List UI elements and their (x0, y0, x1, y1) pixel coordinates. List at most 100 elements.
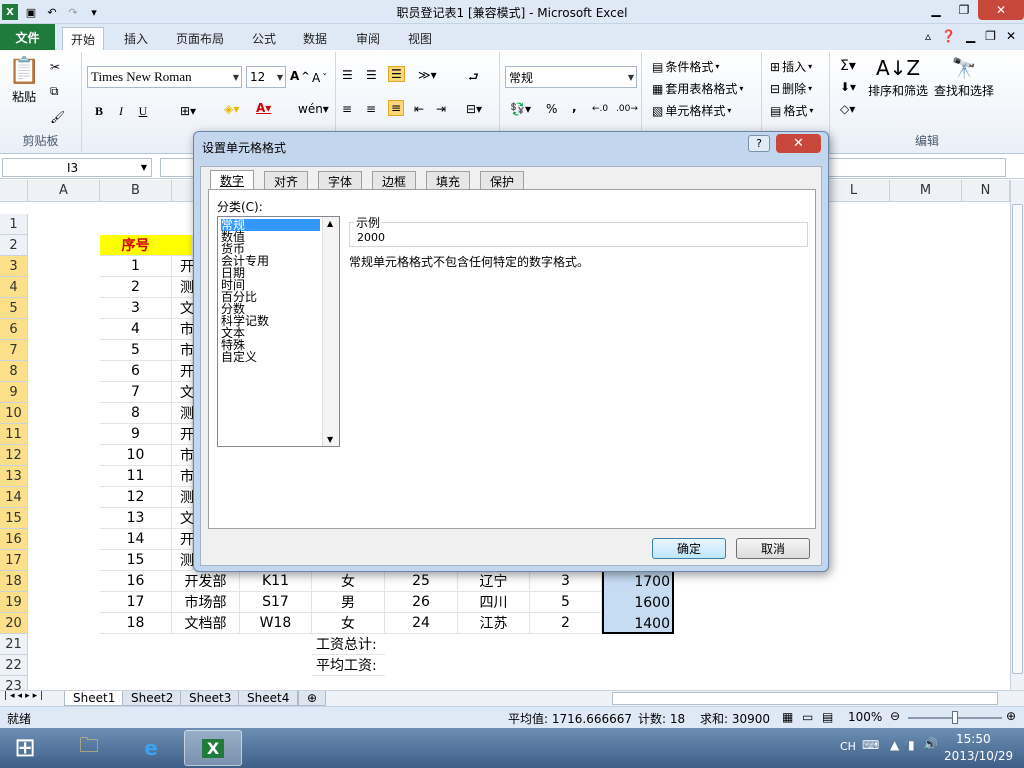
row-header[interactable]: 7 (0, 340, 28, 361)
decrease-decimal-icon[interactable]: .00→ (616, 104, 638, 114)
seq-cell[interactable]: 6 (100, 361, 172, 382)
copy-icon[interactable]: ⧉ (50, 84, 59, 99)
sheet-tab[interactable]: Sheet3 (180, 691, 241, 706)
row-header[interactable]: 3 (0, 256, 28, 277)
code-cell[interactable]: K11 (240, 571, 312, 592)
volume-icon[interactable]: 🔊 (923, 737, 938, 751)
sheet-nav-arrows-icon[interactable]: |◂◂▸▸| (4, 691, 46, 701)
dept-cell[interactable]: 开发部 (172, 571, 240, 592)
dept-cell[interactable]: 开 (172, 424, 194, 445)
dept-cell[interactable]: 市 (172, 319, 194, 340)
dept-cell[interactable]: 市 (172, 340, 194, 361)
horizontal-scrollbar[interactable] (612, 692, 998, 705)
sheet-tab[interactable]: Sheet2 (122, 691, 183, 706)
new-sheet-icon[interactable]: ⊕ (298, 691, 327, 706)
font-size-select[interactable]: 12 ▼ (246, 66, 286, 88)
tab-page-layout[interactable]: 页面布局 (168, 27, 232, 50)
fill-icon[interactable]: ⬇▾ (840, 80, 856, 94)
start-button[interactable]: ⊞ (0, 730, 50, 766)
years-cell[interactable]: 5 (530, 592, 602, 613)
column-header[interactable]: B (100, 180, 172, 202)
sex-cell[interactable]: 男 (312, 592, 385, 613)
salary-cell[interactable]: 1600 (602, 592, 674, 613)
sheet-tab[interactable]: Sheet4 (238, 691, 299, 706)
seq-cell[interactable]: 2 (100, 277, 172, 298)
conditional-format-button[interactable]: ▤ 条件格式 ▾ (652, 58, 719, 75)
row-header[interactable]: 8 (0, 361, 28, 382)
paste-button[interactable]: 📋 粘贴 (8, 56, 40, 105)
page-layout-view-icon[interactable]: ▭ (802, 710, 813, 724)
header-dept-cell[interactable] (172, 235, 193, 256)
merge-center-icon[interactable]: ⊟▾ (466, 102, 482, 116)
row-header[interactable]: 21 (0, 634, 28, 655)
excel-taskbar-button[interactable]: X (184, 730, 242, 766)
seq-cell[interactable]: 3 (100, 298, 172, 319)
dialog-close-button[interactable]: ✕ (776, 134, 821, 153)
tab-border[interactable]: 边框 (372, 171, 417, 190)
seq-cell[interactable]: 5 (100, 340, 172, 361)
row-header[interactable]: 19 (0, 592, 28, 613)
font-color-icon[interactable]: A▾ (256, 101, 271, 115)
age-cell[interactable]: 24 (385, 613, 458, 634)
dept-cell[interactable]: 文 (172, 382, 194, 403)
category-list[interactable]: 常规 数值 货币 会计专用 日期 时间 百分比 分数 科学记数 文本 特殊 自定… (217, 216, 340, 447)
seq-cell[interactable]: 7 (100, 382, 172, 403)
row-header[interactable]: 4 (0, 277, 28, 298)
seq-cell[interactable]: 8 (100, 403, 172, 424)
seq-cell[interactable]: 17 (100, 592, 172, 613)
row-header[interactable]: 17 (0, 550, 28, 571)
shrink-font-icon[interactable]: Aˇ (312, 71, 327, 85)
vertical-scrollbar[interactable] (1010, 180, 1024, 690)
row-header[interactable]: 16 (0, 529, 28, 550)
dept-cell[interactable]: 文 (172, 508, 194, 529)
years-cell[interactable]: 2 (530, 613, 602, 634)
increase-indent-icon[interactable]: ⇥ (436, 102, 446, 116)
align-center-icon[interactable]: ≡ (366, 102, 376, 116)
minimize-button[interactable]: ▁ (922, 0, 950, 20)
autosum-icon[interactable]: Σ▾ (840, 58, 856, 74)
align-top-icon[interactable]: ☰ (342, 68, 353, 82)
network-icon[interactable]: ▮ (908, 738, 915, 752)
years-cell[interactable]: 3 (530, 571, 602, 592)
avg-label-cell[interactable]: 平均工资: (312, 655, 385, 676)
tab-font[interactable]: 字体 (318, 171, 363, 190)
row-header[interactable]: 15 (0, 508, 28, 529)
salary-cell[interactable]: 1700 (602, 571, 674, 592)
currency-icon[interactable]: 💱▾ (510, 102, 531, 116)
seq-cell[interactable]: 13 (100, 508, 172, 529)
phonetic-icon[interactable]: wén▾ (298, 102, 329, 116)
clock-date[interactable]: 2013/10/29 (944, 749, 1013, 763)
select-all-corner[interactable] (0, 180, 28, 202)
tab-protection[interactable]: 保护 (480, 171, 525, 190)
tab-review[interactable]: 审阅 (348, 27, 388, 50)
dept-cell[interactable]: 文 (172, 298, 194, 319)
seq-cell[interactable]: 9 (100, 424, 172, 445)
ie-taskbar-button[interactable]: e (122, 730, 180, 766)
row-header[interactable]: 18 (0, 571, 28, 592)
borders-icon[interactable]: ⊞▾ (180, 104, 196, 118)
scroll-down-icon[interactable]: ▼ (327, 435, 333, 444)
decrease-indent-icon[interactable]: ⇤ (414, 102, 424, 116)
dept-cell[interactable]: 市 (172, 445, 194, 466)
percent-button[interactable]: % (546, 102, 557, 116)
row-header[interactable]: 10 (0, 403, 28, 424)
zoom-level[interactable]: 100% (848, 710, 882, 724)
row-header[interactable]: 20 (0, 613, 28, 634)
scroll-thumb[interactable] (1012, 204, 1023, 674)
underline-button[interactable]: U (134, 102, 152, 120)
align-bottom-icon[interactable]: ☰ (388, 66, 405, 82)
zoom-in-icon[interactable]: ⊕ (1006, 709, 1016, 723)
clear-icon[interactable]: ◇▾ (840, 102, 855, 116)
dept-cell[interactable]: 测 (172, 487, 194, 508)
seq-cell[interactable]: 4 (100, 319, 172, 340)
clock-time[interactable]: 15:50 (956, 732, 991, 746)
row-header[interactable]: 9 (0, 382, 28, 403)
zoom-out-icon[interactable]: ⊖ (890, 709, 900, 723)
tab-fill[interactable]: 填充 (426, 171, 471, 190)
seq-cell[interactable]: 18 (100, 613, 172, 634)
sheet-tab[interactable]: Sheet1 (64, 691, 125, 706)
dept-cell[interactable]: 测 (172, 403, 194, 424)
sex-cell[interactable]: 女 (312, 613, 385, 634)
seq-cell[interactable]: 11 (100, 466, 172, 487)
code-cell[interactable]: W18 (240, 613, 312, 634)
